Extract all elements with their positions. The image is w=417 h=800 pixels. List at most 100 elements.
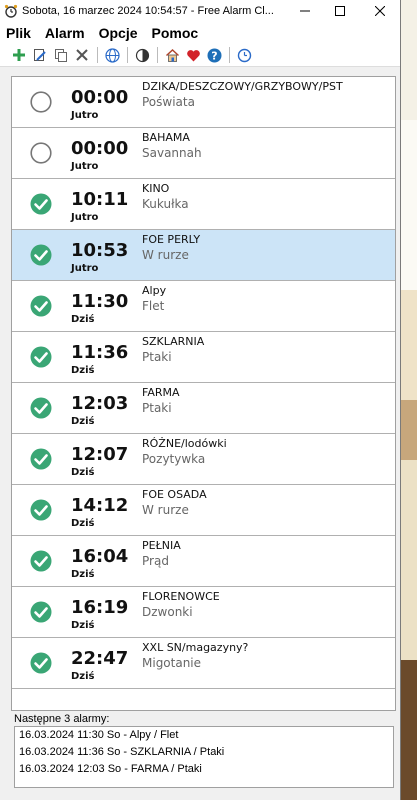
menu-alarm[interactable]: Alarm	[45, 25, 85, 41]
alarm-time: 10:11	[71, 189, 129, 210]
alarm-time: 16:19	[71, 597, 129, 618]
toolbar-separator	[229, 47, 230, 63]
alarm-time: 14:12	[71, 495, 129, 516]
alarm-row[interactable]: 16:04 Dziś PEŁNIA Prąd	[12, 536, 395, 587]
alarm-name: BAHAMA	[142, 131, 190, 144]
checked-icon[interactable]	[30, 397, 52, 419]
alarm-day: Dziś	[71, 416, 95, 427]
alarm-row[interactable]: 12:07 Dziś RÓŻNE/lodówki Pozytywka	[12, 434, 395, 485]
alarm-time: 11:30	[71, 291, 129, 312]
alarm-day: Jutro	[71, 212, 99, 223]
alarm-row[interactable]: 00:00 Jutro DZIKA/DESZCZOWY/GRZYBOWY/PST Po…	[12, 77, 395, 128]
checked-icon[interactable]	[30, 244, 52, 266]
maximize-icon	[335, 6, 345, 16]
menu-plik[interactable]: Plik	[6, 25, 31, 41]
alarm-name: FLORENOWCE	[142, 590, 220, 603]
alarm-time: 10:53	[71, 240, 129, 261]
alarm-day: Dziś	[71, 518, 95, 529]
alarm-time: 11:36	[71, 342, 129, 363]
add-icon	[13, 49, 25, 61]
alarm-day: Dziś	[71, 314, 95, 325]
alarm-row[interactable]: 11:36 Dziś SZKLARNIA Ptaki	[12, 332, 395, 383]
add-alarm-button[interactable]	[10, 46, 28, 64]
alarm-name: DZIKA/DESZCZOWY/GRZYBOWY/PST	[142, 80, 343, 93]
unchecked-icon[interactable]	[30, 91, 52, 113]
theme-button[interactable]	[133, 46, 151, 64]
alarm-list[interactable]: 00:00 Jutro DZIKA/DESZCZOWY/GRZYBOWY/PST Po…	[11, 76, 396, 711]
alarm-day: Jutro	[71, 161, 99, 172]
alarm-day: Jutro	[71, 263, 99, 274]
heart-icon	[186, 49, 200, 61]
toolbar-separator	[157, 47, 158, 63]
alarm-time: 12:07	[71, 444, 129, 465]
donate-button[interactable]	[184, 46, 202, 64]
alarm-sound: Ptaki	[142, 401, 172, 415]
maximize-button[interactable]	[320, 0, 360, 22]
title-bar: Sobota, 16 marzec 2024 10:54:57 - Free A…	[0, 0, 400, 22]
alarm-day: Dziś	[71, 467, 95, 478]
alarm-sound: Dzwonki	[142, 605, 193, 619]
alarm-row[interactable]: 11:30 Dziś Alpy Flet	[12, 281, 395, 332]
toolbar-separator	[97, 47, 98, 63]
clock-button[interactable]	[235, 46, 253, 64]
alarm-name: FARMA	[142, 386, 180, 399]
checked-icon[interactable]	[30, 550, 52, 572]
help-icon: ?	[207, 48, 221, 62]
menu-pomoc[interactable]: Pomoc	[152, 25, 199, 41]
alarm-sound: Flet	[142, 299, 165, 313]
alarm-row[interactable]: 10:53 Jutro FOE PERLY W rurze	[12, 230, 395, 281]
alarm-row[interactable]: 22:47 Dziś XXL SN/magazyny? Migotanie	[12, 638, 395, 689]
window-title: Sobota, 16 marzec 2024 10:54:57 - Free A…	[22, 5, 274, 17]
checked-icon[interactable]	[30, 346, 52, 368]
alarm-name: PEŁNIA	[142, 539, 181, 552]
checked-icon[interactable]	[30, 499, 52, 521]
alarm-time: 16:04	[71, 546, 129, 567]
delete-alarm-button[interactable]	[73, 46, 91, 64]
alarm-name: RÓŻNE/lodówki	[142, 437, 227, 450]
close-icon	[375, 6, 385, 16]
alarm-name: XXL SN/magazyny?	[142, 641, 249, 654]
website-button[interactable]	[103, 46, 121, 64]
alarm-sound: Pozytywka	[142, 452, 206, 466]
checked-icon[interactable]	[30, 652, 52, 674]
alarm-time: 12:03	[71, 393, 129, 414]
alarm-row[interactable]: 16:19 Dziś FLORENOWCE Dzwonki	[12, 587, 395, 638]
alarm-sound: W rurze	[142, 248, 189, 262]
alarm-sound: Poświata	[142, 95, 195, 109]
close-button[interactable]	[360, 0, 400, 22]
home-icon	[165, 48, 179, 62]
alarm-sound: Kukułka	[142, 197, 189, 211]
alarm-time: 00:00	[71, 138, 129, 159]
alarm-day: Dziś	[71, 569, 95, 580]
copy-icon	[55, 49, 67, 62]
alarm-name: FOE OSADA	[142, 488, 207, 501]
checked-icon[interactable]	[30, 295, 52, 317]
svg-text:?: ?	[211, 49, 217, 62]
alarm-day: Dziś	[71, 365, 95, 376]
help-button[interactable]: ?	[205, 46, 223, 64]
checked-icon[interactable]	[30, 193, 52, 215]
copy-alarm-button[interactable]	[52, 46, 70, 64]
checked-icon[interactable]	[30, 601, 52, 623]
alarm-sound: Savannah	[142, 146, 202, 160]
alarm-sound: W rurze	[142, 503, 189, 517]
alarm-row[interactable]: 12:03 Dziś FARMA Ptaki	[12, 383, 395, 434]
home-button[interactable]	[163, 46, 181, 64]
menu-opcje[interactable]: Opcje	[99, 25, 138, 41]
alarm-row[interactable]: 14:12 Dziś FOE OSADA W rurze	[12, 485, 395, 536]
alarm-sound: Prąd	[142, 554, 169, 568]
app-window: Sobota, 16 marzec 2024 10:54:57 - Free A…	[0, 0, 401, 800]
delete-icon	[76, 49, 88, 61]
edit-alarm-button[interactable]	[31, 46, 49, 64]
alarm-time: 00:00	[71, 87, 129, 108]
alarm-time: 22:47	[71, 648, 129, 669]
clock-icon	[237, 48, 251, 62]
alarm-row[interactable]: 00:00 Jutro BAHAMA Savannah	[12, 128, 395, 179]
alarm-clock-icon	[4, 4, 18, 18]
checked-icon[interactable]	[30, 448, 52, 470]
minimize-button[interactable]	[285, 0, 325, 22]
alarm-name: SZKLARNIA	[142, 335, 205, 348]
alarm-row[interactable]: 10:11 Jutro KINO Kukułka	[12, 179, 395, 230]
alarm-name: KINO	[142, 182, 170, 195]
unchecked-icon[interactable]	[30, 142, 52, 164]
